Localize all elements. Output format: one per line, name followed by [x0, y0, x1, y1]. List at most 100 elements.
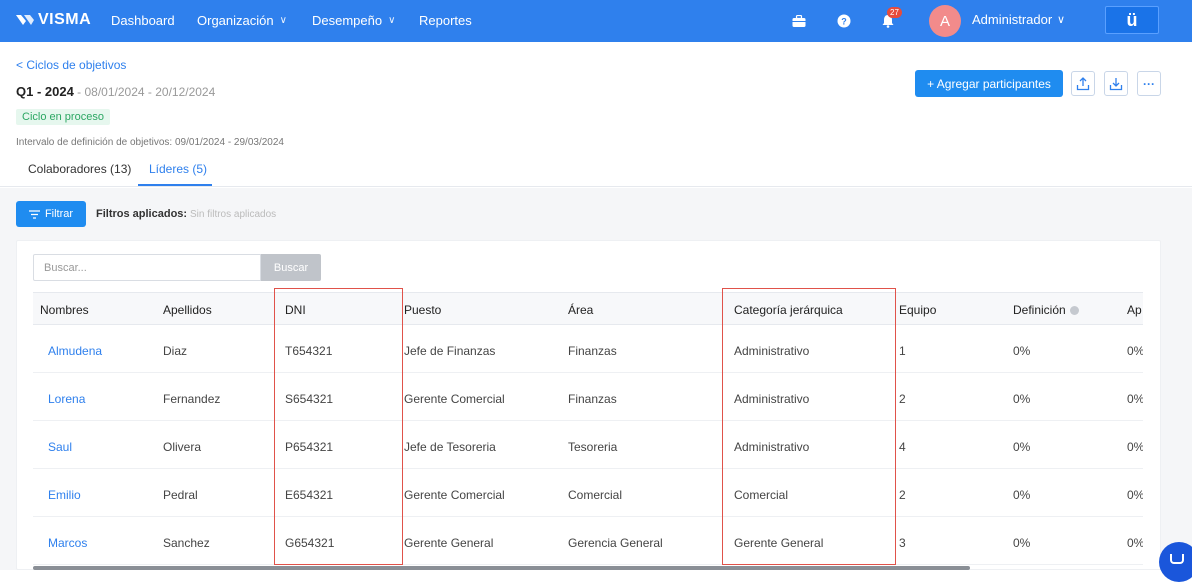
cell-definicion: 0%: [1013, 536, 1031, 550]
cell-ap: 0%: [1127, 536, 1143, 550]
highlight-dni-column: [274, 288, 403, 565]
cell-definicion: 0%: [1013, 440, 1031, 454]
nav-reportes[interactable]: Reportes: [419, 13, 472, 28]
top-navbar: VISMA Dashboard Organización ∨ Desempeño ∨…: [0, 0, 1192, 42]
cell-apellido: Fernandez: [163, 392, 221, 406]
more-icon: ···: [1143, 76, 1155, 91]
visma-logo[interactable]: VISMA: [16, 11, 91, 29]
logo-text: VISMA: [38, 11, 92, 28]
briefcase-icon[interactable]: [789, 11, 809, 31]
nav-dashboard[interactable]: Dashboard: [111, 13, 175, 28]
cell-equipo: 4: [899, 440, 906, 454]
table-row[interactable]: Emilio Pedral E654321 Gerente Comercial …: [33, 469, 1143, 517]
table-header: Nombres Apellidos DNI Puesto Área Catego…: [33, 292, 1143, 325]
cell-ap: 0%: [1127, 392, 1143, 406]
objectives-interval: Intervalo de definición de objetivos: 09…: [16, 137, 284, 148]
cell-area: Finanzas: [568, 392, 617, 406]
cell-nombre[interactable]: Lorena: [48, 392, 85, 406]
col-definicion[interactable]: Definición: [1013, 303, 1079, 317]
cell-equipo: 1: [899, 344, 906, 358]
cell-area: Finanzas: [568, 344, 617, 358]
cycle-name: Q1 - 2024: [16, 84, 74, 99]
cell-area: Tesoreria: [568, 440, 618, 454]
status-badge: Ciclo en proceso: [16, 109, 110, 125]
cell-nombre[interactable]: Almudena: [48, 344, 102, 358]
bell-icon[interactable]: 27: [878, 7, 902, 31]
cycle-dates: - 08/01/2024 - 20/12/2024: [73, 85, 216, 99]
cell-nombre[interactable]: Emilio: [48, 488, 81, 502]
table-row[interactable]: Almudena Diaz T654321 Jefe de Finanzas F…: [33, 325, 1143, 373]
cell-ap: 0%: [1127, 488, 1143, 502]
cell-definicion: 0%: [1013, 392, 1031, 406]
chat-icon[interactable]: [1159, 542, 1192, 582]
cell-apellido: Diaz: [163, 344, 188, 358]
page-title: Q1 - 2024 - 08/01/2024 - 20/12/2024: [16, 84, 215, 99]
nav-desempeno[interactable]: Desempeño ∨: [312, 13, 395, 28]
svg-text:?: ?: [841, 17, 847, 27]
avatar-letter: A: [939, 12, 950, 30]
chevron-down-icon: ∨: [279, 15, 287, 26]
cell-ap: 0%: [1127, 440, 1143, 454]
chevron-down-icon: ∨: [388, 15, 396, 26]
filter-button-label: Filtrar: [44, 208, 74, 220]
user-name[interactable]: Administrador: [972, 12, 1052, 27]
col-area[interactable]: Área: [568, 303, 593, 317]
cell-puesto: Jefe de Tesoreria: [404, 440, 496, 454]
leaders-table: Nombres Apellidos DNI Puesto Área Catego…: [33, 292, 1143, 570]
horizontal-scrollbar[interactable]: [33, 566, 970, 570]
filter-icon: [28, 209, 40, 219]
cell-puesto: Gerente Comercial: [404, 392, 505, 406]
more-options-button[interactable]: ···: [1137, 71, 1161, 96]
cell-definicion: 0%: [1013, 344, 1031, 358]
download-button[interactable]: [1104, 71, 1128, 96]
table-row[interactable]: Saul Olivera P654321 Jefe de Tesoreria T…: [33, 421, 1143, 469]
add-participants-button[interactable]: + Agregar participantes: [915, 70, 1063, 97]
visma-logo-icon: [16, 15, 34, 25]
cell-apellido: Olivera: [163, 440, 202, 454]
search-button[interactable]: Buscar: [261, 254, 321, 281]
col-nombres[interactable]: Nombres: [40, 303, 89, 317]
tabs-bar: Colaboradores (13) Líderes (5): [0, 155, 1192, 187]
nav-organizacion[interactable]: Organización ∨: [197, 13, 287, 28]
filters-applied-value: Sin filtros aplicados: [190, 209, 277, 220]
tab-colaboradores[interactable]: Colaboradores (13): [28, 162, 131, 176]
cell-puesto: Gerente General: [404, 536, 494, 550]
cell-apellido: Pedral: [163, 488, 198, 502]
app-switcher-button[interactable]: ü: [1105, 6, 1159, 34]
nav-organizacion-label: Organización: [197, 13, 274, 28]
back-link[interactable]: < Ciclos de objetivos: [16, 58, 126, 72]
cell-area: Gerencia General: [568, 536, 663, 550]
cell-puesto: Jefe de Finanzas: [404, 344, 496, 358]
table-row[interactable]: Marcos Sanchez G654321 Gerente General G…: [33, 517, 1143, 565]
col-equipo[interactable]: Equipo: [899, 303, 936, 317]
cell-ap: 0%: [1127, 344, 1143, 358]
table-row[interactable]: Lorena Fernandez S654321 Gerente Comerci…: [33, 373, 1143, 421]
cell-equipo: 2: [899, 392, 906, 406]
download-icon: [1109, 77, 1123, 90]
cell-equipo: 2: [899, 488, 906, 502]
info-icon[interactable]: [1069, 305, 1079, 315]
col-apellidos[interactable]: Apellidos: [163, 303, 212, 317]
notification-badge: 27: [887, 7, 902, 18]
col-definicion-label: Definición: [1013, 303, 1066, 317]
cell-nombre[interactable]: Marcos: [48, 536, 87, 550]
help-icon[interactable]: ?: [834, 11, 854, 31]
chevron-down-icon[interactable]: ∨: [1057, 13, 1065, 26]
cell-puesto: Gerente Comercial: [404, 488, 505, 502]
col-ap[interactable]: Ap: [1127, 303, 1142, 317]
highlight-categoria-column: [722, 288, 896, 565]
cell-nombre[interactable]: Saul: [48, 440, 72, 454]
nav-dashboard-label: Dashboard: [111, 13, 175, 28]
search-input[interactable]: Buscar...: [33, 254, 261, 281]
avatar[interactable]: A: [929, 5, 961, 37]
filters-applied-label: Filtros aplicados:: [96, 208, 188, 220]
cell-apellido: Sanchez: [163, 536, 210, 550]
upload-button[interactable]: [1071, 71, 1095, 96]
col-puesto[interactable]: Puesto: [404, 303, 441, 317]
filter-button[interactable]: Filtrar: [16, 201, 86, 227]
nav-reportes-label: Reportes: [419, 13, 472, 28]
cell-equipo: 3: [899, 536, 906, 550]
active-tab-indicator: [138, 184, 212, 186]
tab-lideres[interactable]: Líderes (5): [149, 162, 207, 176]
cell-area: Comercial: [568, 488, 623, 502]
